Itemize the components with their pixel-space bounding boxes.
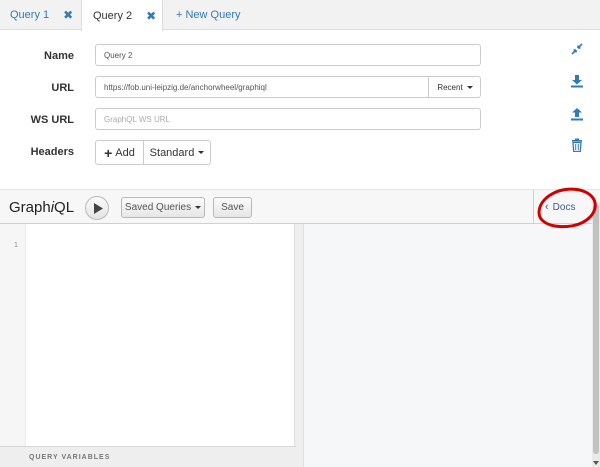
name-input[interactable]: Query 2 [95, 44, 481, 66]
tab-query-2[interactable]: Query 2 ✖ [81, 0, 163, 31]
new-query-tab[interactable]: + New Query [176, 0, 266, 30]
url-input[interactable]: https://fob.uni-leipzig.de/anchorwheel/g… [95, 76, 481, 98]
download-icon[interactable] [570, 74, 584, 88]
query-variables-header[interactable]: QUERY VARIABLES [0, 446, 296, 467]
editor-splitter[interactable] [294, 224, 304, 467]
add-label: Add [115, 146, 135, 159]
scrollbar[interactable] [592, 202, 600, 467]
tab-bar: Query 1 ✖ Query 2 ✖ + New Query [0, 0, 600, 31]
tab-query-1[interactable]: Query 1 ✖ [0, 0, 81, 30]
execute-query-button[interactable] [85, 196, 109, 220]
add-header-button[interactable]: + Add [96, 141, 144, 164]
compress-icon[interactable] [570, 42, 584, 56]
tab-label: Query 1 [10, 9, 50, 21]
recent-dropdown[interactable]: Recent [428, 76, 481, 98]
caret-down-icon [198, 151, 205, 154]
graphiql-toolbar: GraphiQL Saved Queries Save ‹ Docs [0, 189, 600, 224]
recent-label: Recent [437, 82, 463, 92]
scroll-down-icon[interactable] [592, 459, 600, 467]
saved-queries-dropdown[interactable]: Saved Queries [121, 197, 205, 218]
upload-icon[interactable] [570, 107, 584, 121]
graphiql-title: GraphiQL [9, 199, 75, 216]
close-tab-icon[interactable]: ✖ [63, 8, 73, 22]
save-button[interactable]: Save [213, 197, 252, 218]
play-icon [94, 203, 103, 214]
saved-queries-label: Saved Queries [124, 202, 192, 213]
tab-label: Query 2 [93, 9, 133, 22]
new-query-label: + New Query [176, 9, 241, 21]
ws-url-input[interactable]: GraphQL WS URL [95, 108, 481, 130]
standard-label: Standard [149, 146, 195, 159]
name-label: Name [44, 50, 74, 62]
headers-button-group: + Add Standard [95, 140, 211, 165]
caret-down-icon [466, 85, 473, 89]
query-editor[interactable]: 1 [0, 224, 296, 467]
url-label: URL [51, 82, 74, 94]
plus-icon: + [104, 144, 113, 161]
line-gutter: 1 [0, 224, 26, 446]
headers-label: Headers [30, 146, 74, 158]
ws-url-label: WS URL [30, 114, 74, 126]
scrollbar-thumb[interactable] [593, 204, 599, 454]
caret-down-icon [195, 206, 202, 209]
line-number: 1 [13, 241, 18, 249]
trash-icon[interactable] [570, 138, 584, 153]
result-pane [304, 224, 592, 467]
standard-dropdown[interactable]: Standard [144, 141, 210, 164]
close-tab-icon[interactable]: ✖ [146, 9, 156, 23]
url-value: https://fob.uni-leipzig.de/anchorwheel/g… [104, 82, 267, 92]
